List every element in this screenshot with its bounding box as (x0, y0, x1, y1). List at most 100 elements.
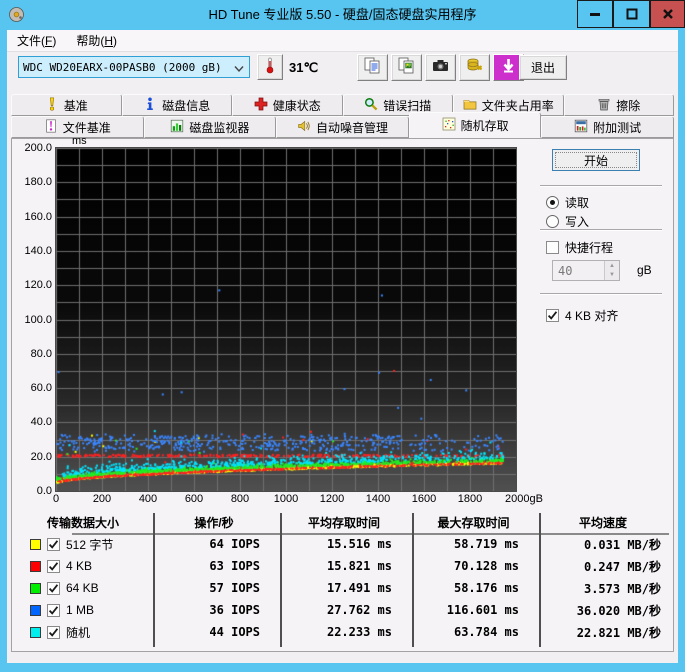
tab-erase[interactable]: 擦除 (563, 94, 674, 116)
speaker-icon (297, 119, 311, 136)
series-toggle[interactable]: 64 KB (16, 581, 150, 595)
y-axis-unit: ms (72, 135, 87, 147)
align-4kb-checkbox[interactable]: 4 KB 对齐 (546, 307, 618, 324)
write-radio-label: 写入 (565, 215, 590, 229)
checkbox-checked-icon[interactable] (47, 603, 60, 617)
checkbox-checked-icon[interactable] (47, 581, 60, 595)
series-toggle[interactable]: 随机 (16, 624, 150, 641)
table-header-cell: 操作/秒 (194, 515, 234, 530)
tab-label: 随机存取 (460, 118, 509, 133)
column-divider (280, 513, 282, 647)
thermometer-icon (263, 56, 277, 79)
table-value-iops: 44 IOPS (209, 625, 260, 639)
tab-label: 附加测试 (593, 120, 642, 135)
random-access-panel: ms 200.0 180.0 160.0 140.0 120.0 100.0 80.0 60.… (11, 135, 674, 652)
spinner-up-button[interactable]: ▲ (605, 261, 619, 271)
erase-icon (597, 97, 611, 114)
y-tick-label: 200.0 (24, 142, 52, 154)
series-label: 4 KB (66, 559, 93, 573)
table-value-speed: 0.031 MB/秒 (583, 537, 661, 552)
table-header-cell: 传输数据大小 (46, 515, 119, 530)
minimize-button[interactable] (577, 0, 613, 28)
short-stroke-size-spinner[interactable]: 40 ▲ ▼ (552, 260, 620, 281)
copy-image-button[interactable] (391, 54, 422, 81)
tab-disk-monitor[interactable]: 磁盘监视器 (143, 116, 277, 138)
y-tick-label: 160.0 (24, 210, 52, 223)
tab-label: 擦除 (616, 98, 641, 113)
temperature-button[interactable] (257, 54, 283, 80)
checkbox-checked-icon[interactable] (47, 559, 60, 573)
chevron-down-icon (233, 63, 245, 73)
short-stroke-label: 快捷行程 (565, 241, 614, 255)
file-benchmark-icon (44, 118, 58, 136)
y-tick-label: 60.0 (30, 382, 52, 395)
series-color-swatch (30, 560, 41, 572)
align-4kb-label: 4 KB 对齐 (565, 309, 619, 323)
series-toggle[interactable]: 512 字节 (16, 536, 150, 553)
series-toggle[interactable]: 4 KB (16, 559, 150, 573)
table-value-max: 58.719 ms (453, 537, 519, 551)
start-button[interactable]: 开始 (552, 149, 640, 171)
save-results-button[interactable] (459, 54, 490, 81)
tab-health[interactable]: 健康状态 (232, 94, 343, 116)
titlebar: HD Tune 专业版 5.50 - 硬盘/固态硬盘实用程序 (0, 0, 685, 30)
tab-label: 健康状态 (272, 98, 321, 113)
series-label: 64 KB (66, 581, 99, 595)
close-button[interactable] (650, 0, 685, 28)
exit-button[interactable]: 退出 (519, 55, 567, 80)
folder-icon (463, 97, 477, 114)
menubar: 文件(F) 帮助(H) (7, 30, 678, 52)
table-row: 1 MB 36 IOPS 27.762 ms 116.601 ms 36.020 MB/… (16, 599, 669, 621)
header-divider (72, 533, 669, 535)
table-value-avg: 27.762 ms (326, 603, 392, 617)
y-tick-label: 100.0 (24, 313, 52, 326)
screenshot-button[interactable] (425, 54, 456, 81)
read-radio[interactable]: 读取 (546, 194, 589, 211)
tab-label: 磁盘信息 (162, 98, 211, 113)
series-toggle[interactable]: 1 MB (16, 603, 150, 617)
tab-disk-info[interactable]: 磁盘信息 (121, 94, 232, 116)
tab-benchmark[interactable]: 基准 (11, 94, 122, 116)
table-row: 512 字节 64 IOPS 15.516 ms 58.719 ms 0.031 MB/… (16, 533, 669, 555)
y-tick-label: 180.0 (24, 176, 52, 189)
table-value-max: 63.784 ms (453, 625, 519, 639)
write-radio[interactable]: 写入 (546, 213, 589, 230)
drive-select[interactable]: WDC WD20EARX-00PASB0 (2000 gB) (18, 56, 250, 78)
access-time-scatter-plot (55, 147, 517, 492)
menu-item-f[interactable]: 文件(F) (7, 30, 66, 52)
checkbox-checked-icon (546, 309, 559, 322)
column-divider (412, 513, 414, 647)
tab-extra-tests[interactable]: 附加测试 (541, 116, 674, 138)
random-access-icon (442, 117, 456, 134)
separator (540, 293, 662, 295)
table-value-iops: 64 IOPS (209, 537, 260, 551)
table-value-iops: 63 IOPS (209, 559, 260, 573)
table-value-avg: 22.233 ms (326, 625, 392, 639)
tab-label: 文件夹占用率 (481, 98, 554, 113)
checkbox-checked-icon[interactable] (47, 537, 60, 551)
menu-item-h[interactable]: 帮助(H) (66, 30, 127, 52)
copy-text-button[interactable] (357, 54, 388, 81)
series-label: 1 MB (66, 603, 95, 617)
table-row: 64 KB 57 IOPS 17.491 ms 58.176 ms 3.573 MB/秒 (16, 577, 669, 599)
y-tick-label: 140.0 (24, 244, 52, 257)
maximize-button[interactable] (613, 0, 650, 28)
table-value-speed: 36.020 MB/秒 (576, 603, 661, 618)
checkbox-checked-icon[interactable] (47, 625, 60, 639)
checkbox-unchecked-icon (546, 241, 559, 254)
spinner-down-button[interactable]: ▼ (605, 270, 619, 280)
tab-speaker[interactable]: 自动噪音管理 (276, 116, 409, 138)
table-header-cell: 平均存取时间 (307, 515, 380, 530)
y-tick-label: 80.0 (30, 347, 52, 360)
tab-row-1: 基准 磁盘信息 健康状态 错误扫描 文件夹占用率 擦除 (11, 94, 674, 116)
disk-monitor-icon (170, 119, 184, 136)
error-scan-icon (364, 97, 378, 114)
tab-random-access[interactable]: 随机存取 (408, 112, 542, 138)
tab-row-2: 文件基准 磁盘监视器 自动噪音管理 随机存取 附加测试 (11, 112, 674, 138)
series-color-swatch (30, 582, 41, 594)
short-stroke-checkbox[interactable]: 快捷行程 (546, 239, 613, 256)
column-divider (153, 513, 155, 647)
table-header-cell: 平均速度 (578, 515, 627, 530)
minimize-icon (590, 13, 600, 16)
maximize-icon (626, 8, 637, 20)
